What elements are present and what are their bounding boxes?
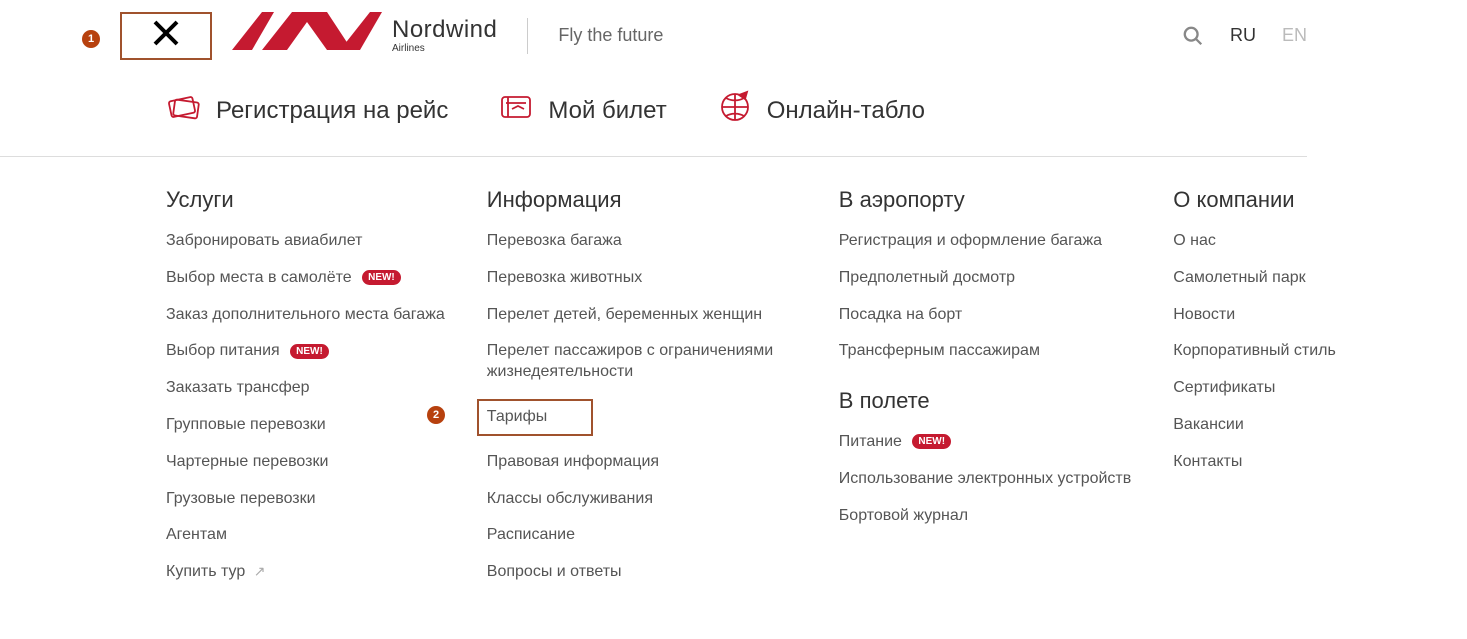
menu-item-transfer-pax[interactable]: Трансферным пассажирам: [839, 341, 1131, 362]
quicklink-ticket[interactable]: Мой билет: [498, 89, 666, 132]
menu-item-meal-select[interactable]: Выбор питания NEW!: [166, 341, 445, 362]
boarding-pass-icon: [166, 89, 202, 132]
column-title-inflight: В полете: [839, 388, 1131, 414]
menu-item-book-flight[interactable]: Забронировать авиабилет: [166, 231, 445, 252]
quicklink-label: Онлайн-табло: [767, 97, 925, 125]
column-services: Услуги Забронировать авиабилет Выбор мес…: [166, 187, 445, 599]
menu-item-label: Выбор места в самолёте: [166, 269, 352, 286]
lang-en[interactable]: EN: [1282, 25, 1307, 46]
menu-item-group[interactable]: Групповые перевозки: [166, 415, 445, 436]
menu-item-inflight-food[interactable]: Питание NEW!: [839, 432, 1131, 453]
new-badge: NEW!: [290, 344, 329, 359]
lang-ru[interactable]: RU: [1230, 25, 1256, 46]
globe-plane-icon: [717, 89, 753, 132]
quicklink-checkin[interactable]: Регистрация на рейс: [166, 89, 448, 132]
menu-item-reg-baggage[interactable]: Регистрация и оформление багажа: [839, 231, 1131, 252]
menu-item-charter[interactable]: Чартерные перевозки: [166, 452, 445, 473]
logo-text-sub: Airlines: [392, 44, 497, 54]
mega-menu: Услуги Забронировать авиабилет Выбор мес…: [0, 157, 1467, 599]
menu-item-extra-baggage[interactable]: Заказ дополнительного места багажа: [166, 305, 445, 326]
menu-item-legal[interactable]: Правовая информация: [487, 452, 787, 473]
menu-item-schedule[interactable]: Расписание: [487, 525, 787, 546]
menu-item-about[interactable]: О нас: [1173, 231, 1433, 252]
menu-item-certs[interactable]: Сертификаты: [1173, 378, 1433, 399]
close-menu-button[interactable]: [120, 12, 212, 60]
menu-item-news[interactable]: Новости: [1173, 305, 1433, 326]
menu-item-jobs[interactable]: Вакансии: [1173, 415, 1433, 436]
ticket-icon: [498, 89, 534, 132]
quicklink-label: Мой билет: [548, 97, 666, 125]
separator: [527, 18, 528, 54]
menu-item-label: Питание: [839, 433, 902, 450]
menu-item-faq[interactable]: Вопросы и ответы: [487, 562, 787, 583]
menu-item-classes[interactable]: Классы обслуживания: [487, 489, 787, 510]
quick-links-bar: Регистрация на рейс Мой билет Онлайн-таб…: [0, 71, 1307, 157]
menu-item-style[interactable]: Корпоративный стиль: [1173, 341, 1433, 362]
menu-item-label: Выбор питания: [166, 342, 280, 359]
new-badge: NEW!: [362, 270, 401, 285]
column-title: В аэропорту: [839, 187, 1131, 213]
menu-item-magazine[interactable]: Бортовой журнал: [839, 506, 1131, 527]
menu-item-label: Купить тур: [166, 563, 245, 580]
menu-item-agents[interactable]: Агентам: [166, 525, 445, 546]
menu-item-security[interactable]: Предполетный досмотр: [839, 268, 1131, 289]
quicklink-board[interactable]: Онлайн-табло: [717, 89, 925, 132]
column-title: О компании: [1173, 187, 1433, 213]
tagline: Fly the future: [558, 25, 663, 46]
column-title: Информация: [487, 187, 797, 213]
menu-item-transfer[interactable]: Заказать трансфер: [166, 378, 445, 399]
menu-item-fleet[interactable]: Самолетный парк: [1173, 268, 1433, 289]
menu-item-contacts[interactable]: Контакты: [1173, 452, 1433, 473]
logo-text-main: Nordwind: [392, 18, 497, 42]
column-airport-inflight: В аэропорту Регистрация и оформление баг…: [839, 187, 1131, 599]
search-icon[interactable]: [1182, 25, 1204, 47]
menu-item-cargo[interactable]: Грузовые перевозки: [166, 489, 445, 510]
menu-item-baggage[interactable]: Перевозка багажа: [487, 231, 787, 252]
annotation-marker-2: 2: [427, 406, 445, 424]
column-information: Информация Перевозка багажа Перевозка жи…: [487, 187, 797, 599]
menu-item-animals[interactable]: Перевозка животных: [487, 268, 787, 289]
logo-icon: [232, 10, 382, 61]
column-company: О компании О нас Самолетный парк Новости…: [1173, 187, 1433, 599]
quicklink-label: Регистрация на рейс: [216, 97, 448, 125]
menu-item-disabled-pax[interactable]: Перелет пассажиров с ограничениями жизне…: [487, 341, 787, 383]
menu-item-buy-tour[interactable]: Купить тур ↗: [166, 562, 445, 583]
column-title: Услуги: [166, 187, 445, 213]
external-link-icon: ↗: [254, 562, 266, 580]
menu-item-devices[interactable]: Использование электронных устройств: [839, 469, 1131, 490]
new-badge: NEW!: [912, 434, 951, 449]
menu-item-children[interactable]: Перелет детей, беременных женщин: [487, 305, 787, 326]
logo[interactable]: Nordwind Airlines: [232, 10, 497, 61]
menu-item-boarding[interactable]: Посадка на борт: [839, 305, 1131, 326]
menu-item-tariffs[interactable]: Тарифы: [477, 399, 593, 436]
header: Nordwind Airlines Fly the future RU EN: [0, 0, 1467, 71]
close-icon: [151, 18, 181, 54]
menu-item-seat-select[interactable]: Выбор места в самолёте NEW!: [166, 268, 445, 289]
